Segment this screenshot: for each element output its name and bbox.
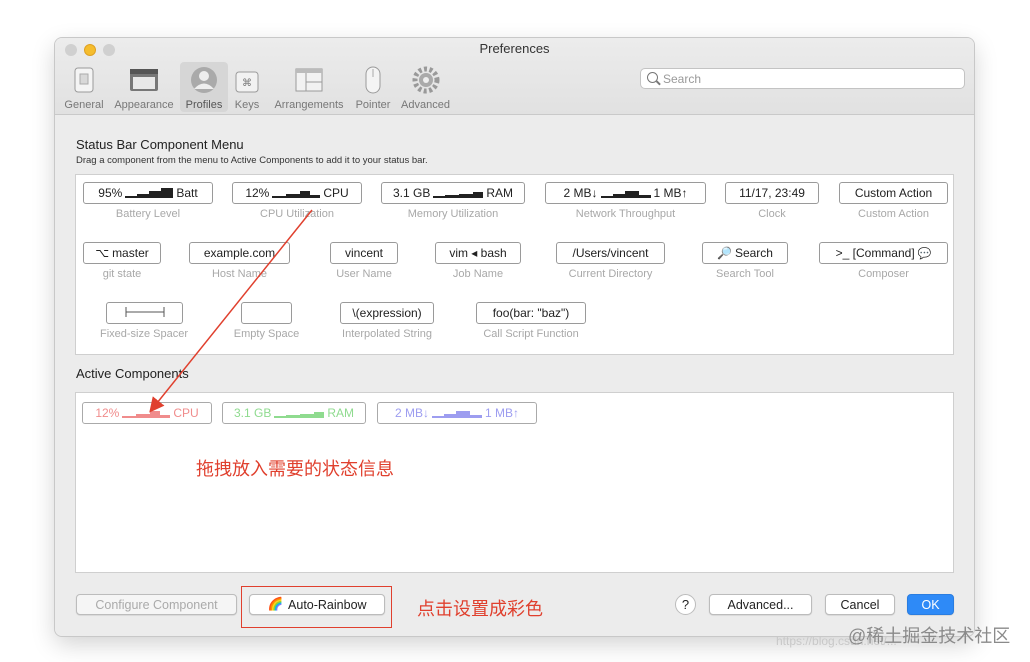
gear-icon: [411, 66, 441, 94]
component-current-directory[interactable]: /Users/vincent: [556, 242, 665, 264]
svg-text:⌘: ⌘: [242, 78, 252, 89]
search-field[interactable]: [640, 68, 965, 89]
sparkline-icon: [600, 188, 651, 198]
active-components-panel[interactable]: 12% CPU 3.1 GB RAM 2 MB↓ 1 MB↑: [75, 392, 954, 573]
search-input[interactable]: [663, 70, 953, 87]
active-component-cpu[interactable]: 12% CPU: [82, 402, 212, 424]
sparkline-icon: [125, 188, 174, 198]
toolbar-arrangements[interactable]: Arrangements: [269, 62, 349, 112]
configure-component-button[interactable]: Configure Component: [76, 594, 237, 615]
component-job-name[interactable]: vim ◂ bash: [435, 242, 521, 264]
profiles-status-bar-pane: Status Bar Component Menu Drag a compone…: [55, 115, 974, 636]
active-component-network[interactable]: 2 MB↓ 1 MB↑: [377, 402, 537, 424]
keys-icon: ⌘: [232, 66, 262, 94]
magnifier-icon: 🔎: [717, 246, 732, 260]
component-cpu-utilization[interactable]: 12% CPU: [232, 182, 362, 204]
help-button[interactable]: ?: [675, 594, 696, 615]
preferences-window: Preferences General Appearance Profiles …: [55, 38, 974, 636]
appearance-icon: [129, 66, 159, 94]
component-custom-action[interactable]: Custom Action: [839, 182, 948, 204]
toolbar-appearance[interactable]: Appearance: [111, 62, 177, 112]
component-user-name[interactable]: vincent: [330, 242, 398, 264]
rainbow-hint-annotation: 点击设置成彩色: [417, 599, 543, 619]
auto-rainbow-highlight-box: [241, 586, 392, 628]
cancel-button[interactable]: Cancel: [825, 594, 895, 615]
search-icon: [647, 72, 658, 83]
component-search-tool[interactable]: 🔎 Search: [702, 242, 788, 264]
component-interpolated-string[interactable]: \(expression): [340, 302, 434, 324]
component-git-state[interactable]: ⌥ master: [83, 242, 161, 264]
component-host-name[interactable]: example.com: [189, 242, 290, 264]
titlebar: Preferences General Appearance Profiles …: [55, 38, 974, 115]
component-network-throughput[interactable]: 2 MB↓ 1 MB↑: [545, 182, 706, 204]
profiles-icon: [189, 66, 219, 94]
toolbar-keys[interactable]: ⌘ Keys: [231, 62, 263, 112]
component-call-script-function[interactable]: foo(bar: "baz"): [476, 302, 586, 324]
window-title: Preferences: [479, 41, 550, 56]
watermark-site: @稀土掘金技术社区: [848, 626, 1011, 646]
component-fixed-size-spacer[interactable]: [106, 302, 183, 324]
advanced-button[interactable]: Advanced...: [709, 594, 812, 615]
toolbar-profiles[interactable]: Profiles: [180, 62, 228, 112]
component-empty-space[interactable]: [241, 302, 292, 324]
speech-bubble-icon: 💬: [917, 247, 932, 260]
toolbar-general[interactable]: General: [61, 62, 107, 112]
sparkline-icon: [274, 408, 325, 418]
spacer-width-icon: [125, 306, 165, 320]
component-clock[interactable]: 11/17, 23:49: [725, 182, 819, 204]
ok-button[interactable]: OK: [907, 594, 954, 615]
component-composer[interactable]: >_ [Command] 💬: [819, 242, 948, 264]
menu-subtitle: Drag a component from the menu to Active…: [76, 155, 428, 166]
arrangements-icon: [294, 66, 324, 94]
menu-title: Status Bar Component Menu: [76, 137, 244, 152]
sparkline-icon: [122, 408, 171, 418]
pointer-icon: [358, 66, 388, 94]
general-icon: [69, 66, 99, 94]
sparkline-icon: [432, 408, 482, 418]
active-components-title: Active Components: [76, 366, 189, 381]
toolbar-advanced[interactable]: Advanced: [398, 62, 453, 112]
component-menu-panel: 95% Batt Battery Level 12% CPU CPU Utili…: [75, 174, 954, 355]
component-battery-level[interactable]: 95% Batt: [83, 182, 213, 204]
toolbar-pointer[interactable]: Pointer: [351, 62, 395, 112]
component-memory-utilization[interactable]: 3.1 GB RAM: [381, 182, 525, 204]
active-component-ram[interactable]: 3.1 GB RAM: [222, 402, 366, 424]
sparkline-icon: [433, 188, 484, 198]
git-branch-icon: ⌥: [95, 246, 110, 260]
sparkline-icon: [272, 188, 321, 198]
drag-hint-annotation: 拖拽放入需要的状态信息: [196, 459, 394, 479]
